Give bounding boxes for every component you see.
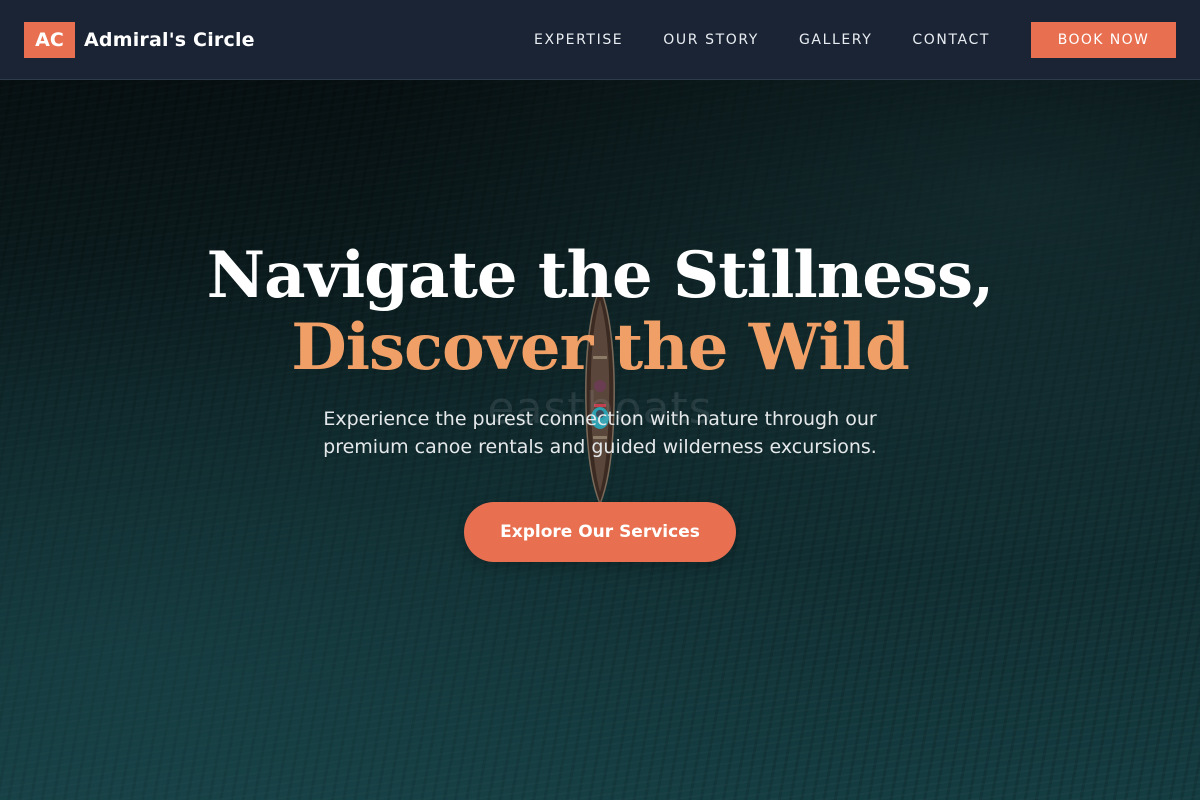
main-navigation: EXPERTISE OUR STORY GALLERY CONTACT [494,0,990,80]
hero-title-line-2: Discover the Wild [291,310,910,385]
nav-link-gallery[interactable]: GALLERY [799,32,872,48]
logo-mark: AC [24,22,75,58]
hero-subtitle: Experience the purest connection with na… [300,405,900,461]
hero-section: eastboats Navigate the Stillness, Discov… [0,80,1200,800]
nav-link-contact[interactable]: CONTACT [912,32,990,48]
site-header: AC Admiral's Circle EXPERTISE OUR STORY … [0,0,1200,80]
book-now-button[interactable]: BOOK NOW [1031,22,1176,58]
brand-name: Admiral's Circle [84,29,255,51]
hero-title-line-1: Navigate the Stillness, [206,238,995,313]
hero-subtitle-line-2: premium canoe rentals and guided wildern… [323,436,877,458]
nav-link-expertise[interactable]: EXPERTISE [534,32,623,48]
hero-subtitle-line-1: Experience the purest connection with na… [323,408,877,430]
hero-title: Navigate the Stillness, Discover the Wil… [0,240,1200,384]
brand-logo[interactable]: AC Admiral's Circle [24,22,255,58]
nav-link-our-story[interactable]: OUR STORY [663,32,759,48]
explore-services-button[interactable]: Explore Our Services [464,502,736,562]
page: AC Admiral's Circle EXPERTISE OUR STORY … [0,0,1200,800]
